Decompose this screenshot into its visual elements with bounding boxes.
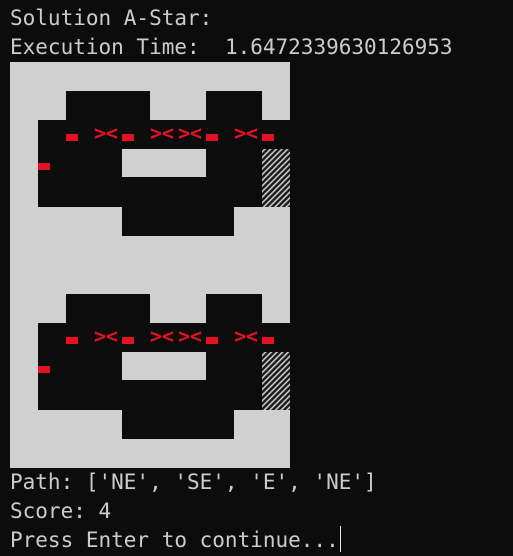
prompt-text: Press Enter to continue... — [10, 528, 339, 552]
text-cursor — [339, 526, 341, 552]
goal-cell — [262, 352, 290, 410]
path-arrow: >< — [234, 121, 258, 145]
path-arrow: >< — [178, 324, 202, 348]
path-arrow: >< — [94, 324, 118, 348]
prompt-line[interactable]: Press Enter to continue... — [10, 526, 341, 555]
path-arrows-bottom: >< >< >< >< — [94, 324, 258, 348]
score-line: Score: 4 — [10, 499, 112, 523]
goal-cell — [262, 149, 290, 207]
path-arrow: >< — [178, 121, 202, 145]
maze-top — [10, 62, 290, 265]
path-arrow: >< — [94, 121, 118, 145]
path-line: Path: ['NE', 'SE', 'E', 'NE'] — [10, 470, 377, 494]
path-arrow: >< — [150, 121, 174, 145]
path-arrow: >< — [234, 324, 258, 348]
path-arrows-top: >< >< >< >< — [94, 121, 258, 145]
maze-bottom — [10, 265, 290, 468]
path-arrow: >< — [150, 324, 174, 348]
